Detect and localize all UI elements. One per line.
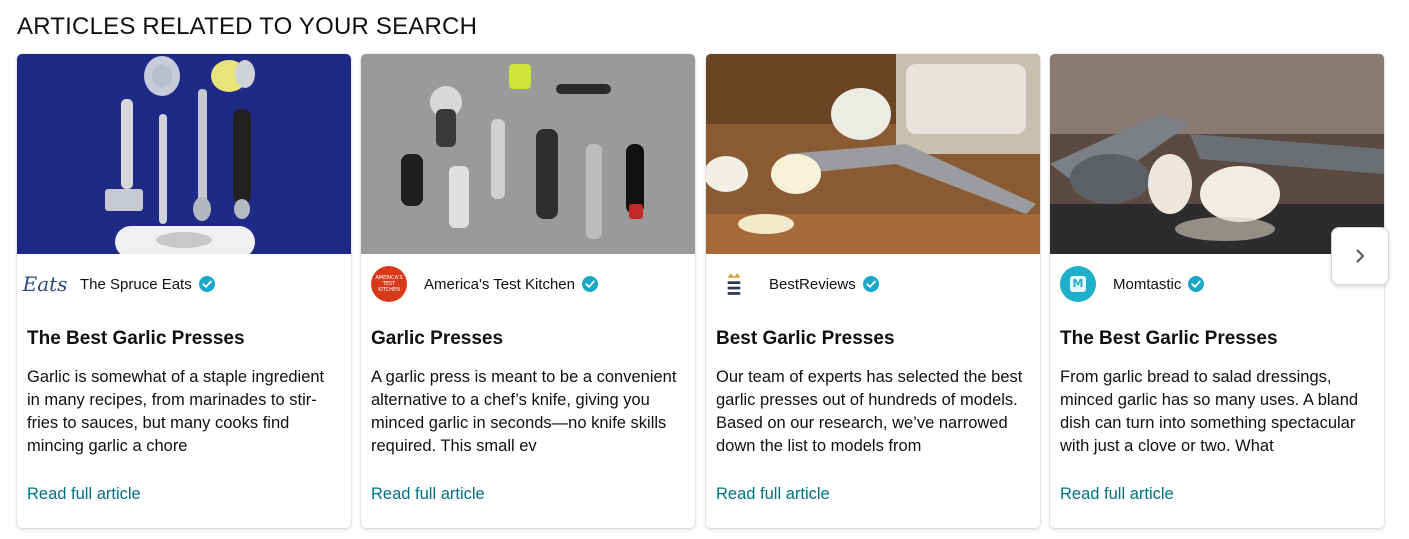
- article-title[interactable]: The Best Garlic Presses: [1060, 328, 1278, 350]
- garlic-press-tools-gray-image: [361, 54, 695, 254]
- publisher-name: Momtastic: [1113, 275, 1182, 293]
- carousel-next-button[interactable]: [1331, 227, 1389, 285]
- read-full-article-link[interactable]: Read full article: [371, 485, 485, 504]
- article-card[interactable]: M Momtastic The Best Garlic Presses From…: [1050, 54, 1384, 528]
- momtastic-logo: M: [1060, 266, 1096, 302]
- read-full-article-link[interactable]: Read full article: [716, 485, 830, 504]
- publisher-row[interactable]: BestReviews: [716, 266, 879, 302]
- read-full-article-link[interactable]: Read full article: [1060, 485, 1174, 504]
- article-description: From garlic bread to salad dressings, mi…: [1060, 368, 1359, 455]
- article-image[interactable]: [17, 54, 351, 254]
- article-title[interactable]: Garlic Presses: [371, 328, 503, 350]
- garlic-press-wood-board-image: [706, 54, 1040, 254]
- bestreviews-logo: [716, 266, 752, 302]
- verified-check-icon: [1188, 276, 1205, 292]
- article-description: A garlic press is meant to be a convenie…: [371, 368, 677, 455]
- publisher-row[interactable]: AMERICA'S TEST KITCHEN America's Test Ki…: [371, 266, 598, 302]
- verified-check-icon: [198, 276, 215, 292]
- verified-check-icon: [862, 276, 879, 292]
- publisher-name: BestReviews: [769, 275, 856, 293]
- article-image[interactable]: [706, 54, 1040, 254]
- verified-check-icon: [581, 276, 598, 292]
- garlic-press-tools-blue-image: [17, 54, 351, 254]
- section-title: ARTICLES RELATED TO YOUR SEARCH: [17, 13, 478, 40]
- garlic-cloves-press-image: [1050, 54, 1384, 254]
- article-image[interactable]: [1050, 54, 1384, 254]
- americas-test-kitchen-logo: AMERICA'S TEST KITCHEN: [371, 266, 407, 302]
- publisher-row[interactable]: Eats The Spruce Eats: [22, 266, 215, 302]
- article-image[interactable]: [361, 54, 695, 254]
- article-title[interactable]: Best Garlic Presses: [716, 328, 895, 350]
- article-description: Our team of experts has selected the bes…: [716, 368, 1023, 455]
- publisher-name: The Spruce Eats: [80, 275, 192, 293]
- article-card[interactable]: Eats The Spruce Eats The Best Garlic Pre…: [17, 54, 351, 528]
- article-description: Garlic is somewhat of a staple ingredien…: [27, 368, 325, 455]
- article-carousel: Eats The Spruce Eats The Best Garlic Pre…: [17, 54, 1387, 530]
- article-card[interactable]: BestReviews Best Garlic Presses Our team…: [706, 54, 1040, 528]
- publisher-name: America's Test Kitchen: [424, 275, 575, 293]
- chevron-right-icon: [1356, 249, 1364, 263]
- spruce-eats-logo: Eats: [22, 272, 68, 296]
- read-full-article-link[interactable]: Read full article: [27, 485, 141, 504]
- article-card[interactable]: AMERICA'S TEST KITCHEN America's Test Ki…: [361, 54, 695, 528]
- publisher-row[interactable]: M Momtastic: [1060, 266, 1205, 302]
- article-title[interactable]: The Best Garlic Presses: [27, 328, 245, 350]
